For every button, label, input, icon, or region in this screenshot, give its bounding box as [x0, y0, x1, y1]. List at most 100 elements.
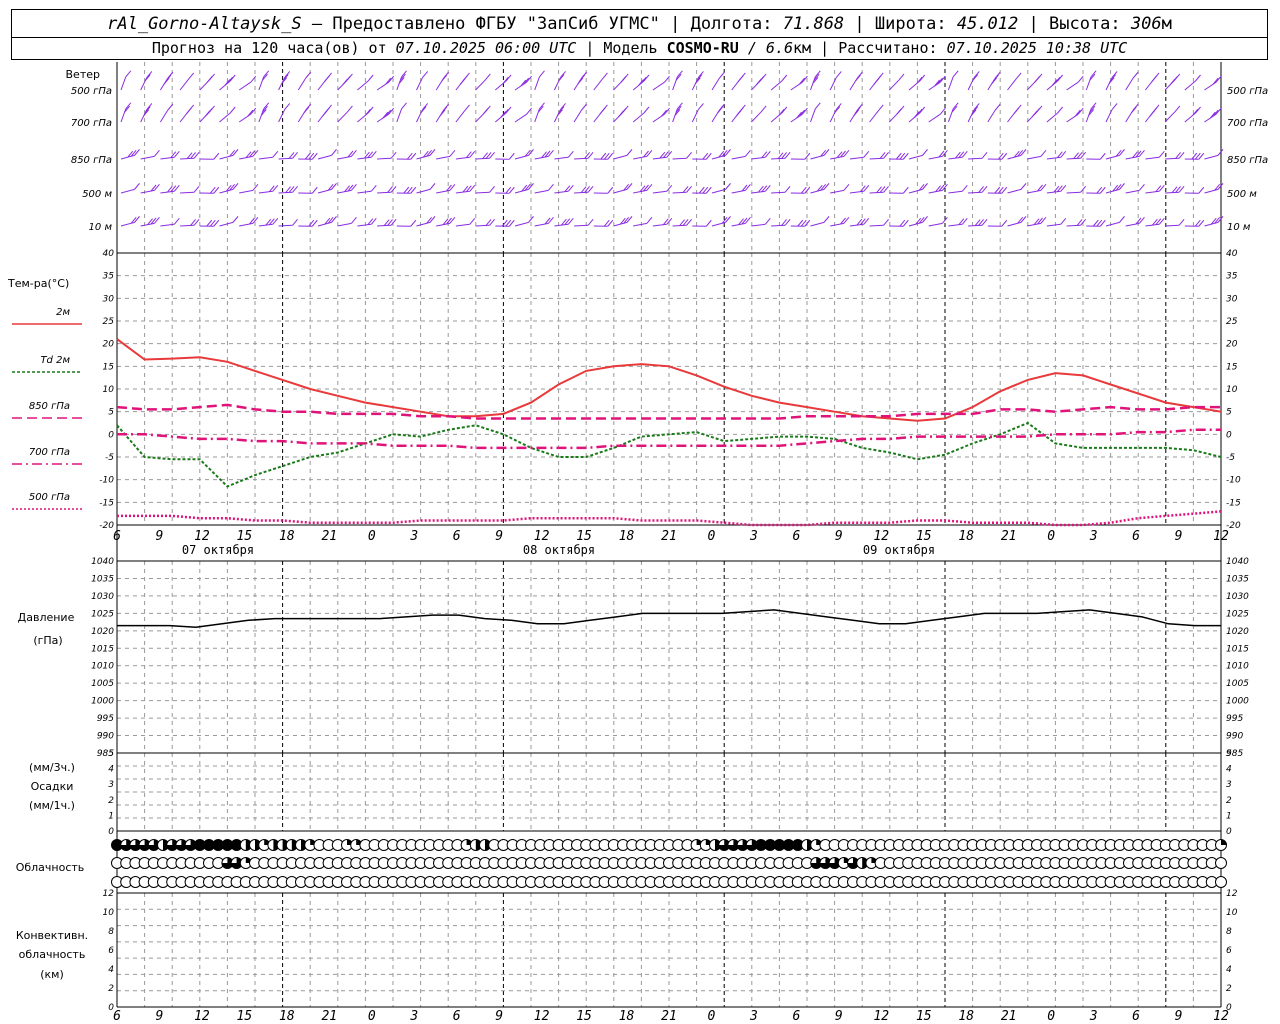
wind-barb [317, 154, 332, 160]
temp-legend-label: 850 гПа [29, 401, 70, 412]
wind-barb-flag [1057, 74, 1064, 82]
wind-barb-flag [1174, 105, 1181, 113]
wind-barb-flag [737, 75, 744, 83]
y-tick-label-left: 0 [108, 430, 114, 440]
wind-barb-flag [206, 76, 213, 83]
y-tick-label-left: 2 [108, 796, 114, 806]
wind-barb-flag [919, 106, 926, 114]
wind-barb-flag [1149, 110, 1156, 117]
y-tick-label-right: 5 [1226, 749, 1232, 759]
wind-barb [278, 157, 293, 160]
wind-barb-flag [581, 103, 587, 111]
wind-barb-flag [834, 106, 841, 113]
wind-barb [731, 189, 746, 194]
wind-barb-flag [760, 105, 767, 113]
hour-tick-label-bottom: 6 [453, 1009, 461, 1024]
y-tick-label-left: -10 [99, 476, 114, 486]
wind-barb-flag [173, 217, 180, 225]
hour-tick-label: 18 [958, 529, 974, 544]
y-tick-label-left: 1035 [91, 574, 114, 584]
wind-barb-flag [1110, 74, 1116, 81]
wind-barb [672, 157, 687, 160]
wind-barb-flag [1015, 72, 1022, 80]
y-tick-label-right: 0 [1226, 827, 1232, 837]
y-tick-label-left: 1 [108, 811, 114, 821]
hour-tick-label: 9 [156, 529, 164, 544]
hour-tick-label: 15 [916, 529, 932, 544]
hour-tick-label: 21 [321, 529, 337, 544]
wind-barb-flag [781, 106, 788, 114]
wind-barb-flag [284, 71, 291, 78]
y-tick-label-right: 10 [1226, 908, 1238, 918]
hour-tick-label-bottom: 18 [619, 1009, 635, 1024]
wind-barb [416, 77, 424, 91]
y-tick-label-right: 1040 [1226, 557, 1249, 567]
wind-barb [869, 224, 884, 227]
temp-legend-label: 700 гПа [29, 447, 70, 458]
y-tick-label-right: -10 [1226, 476, 1241, 486]
wind-barb [239, 222, 254, 227]
wind-barb-flag [410, 219, 417, 227]
wind-barb-flag [321, 110, 328, 117]
y-tick-label-right: 1005 [1226, 679, 1249, 689]
wind-barb-flag [814, 102, 821, 110]
wind-barb [219, 154, 234, 160]
wind-barb [258, 190, 273, 194]
y-tick-label-left: 995 [97, 714, 114, 724]
y-tick-label-right: 8 [1226, 927, 1232, 937]
hour-tick-label: 12 [1213, 529, 1229, 544]
wind-barb-flag [1020, 149, 1027, 156]
y-tick-label-right: 40 [1226, 249, 1238, 259]
wind-barb [1105, 109, 1113, 123]
wind-barb [297, 77, 307, 91]
wind-barb [593, 78, 603, 91]
hour-tick-label: 6 [453, 529, 461, 544]
wind-barb [180, 191, 195, 194]
wind-barb-flag [972, 106, 979, 113]
hour-tick-label: 0 [1047, 529, 1055, 544]
wind-barb [239, 189, 254, 194]
wind-barb-flag [449, 150, 456, 157]
wind-barb [633, 155, 648, 160]
wind-barb [613, 188, 628, 194]
wind-barb-flag [961, 184, 968, 192]
wind-barb [770, 80, 783, 91]
hour-tick-label: 15 [237, 529, 253, 544]
hour-tick-label: 9 [495, 529, 503, 544]
wind-level-label-right: 10 м [1227, 222, 1251, 233]
wind-barb-flag [505, 74, 512, 82]
y-tick-label-right: 2 [1226, 796, 1232, 806]
wind-barb [1007, 221, 1022, 227]
wind-barb-flag [717, 106, 723, 114]
wind-barb [239, 155, 254, 160]
wind-level-label-right: 500 м [1227, 189, 1257, 200]
wind-barb-flag [484, 73, 491, 81]
hour-tick-label-bottom: 12 [194, 1009, 210, 1024]
wind-barb-flag [351, 217, 357, 224]
wind-barb-flag [469, 217, 476, 225]
y-tick-label-left: 30 [103, 294, 115, 304]
wind-barb [810, 108, 816, 123]
y-tick-label-right: 1010 [1226, 662, 1249, 672]
wind-barb [652, 190, 667, 194]
wind-barb [633, 222, 648, 227]
cloud-fill [1221, 839, 1227, 845]
wind-barb-flag [823, 149, 830, 156]
hour-tick-label: 0 [368, 529, 376, 544]
hour-tick-label-bottom: 21 [1001, 1009, 1017, 1024]
wind-barb-flag [620, 76, 627, 83]
hour-tick-label: 0 [708, 529, 716, 544]
wind-barb-flag [420, 106, 427, 113]
y-tick-label-left: 1005 [91, 679, 114, 689]
wind-barb-flag [558, 106, 565, 113]
wind-barb-flag [163, 77, 170, 85]
wind-barb [691, 109, 699, 123]
day-label: 07 октября [182, 543, 254, 557]
wind-barb-flag [439, 109, 446, 117]
wind-barb-flag [853, 109, 859, 117]
wind-barb-flag [167, 103, 174, 111]
wind-barb [869, 110, 879, 123]
wind-barb [888, 79, 900, 91]
wind-barb [120, 188, 135, 194]
wind-barb [751, 111, 762, 123]
